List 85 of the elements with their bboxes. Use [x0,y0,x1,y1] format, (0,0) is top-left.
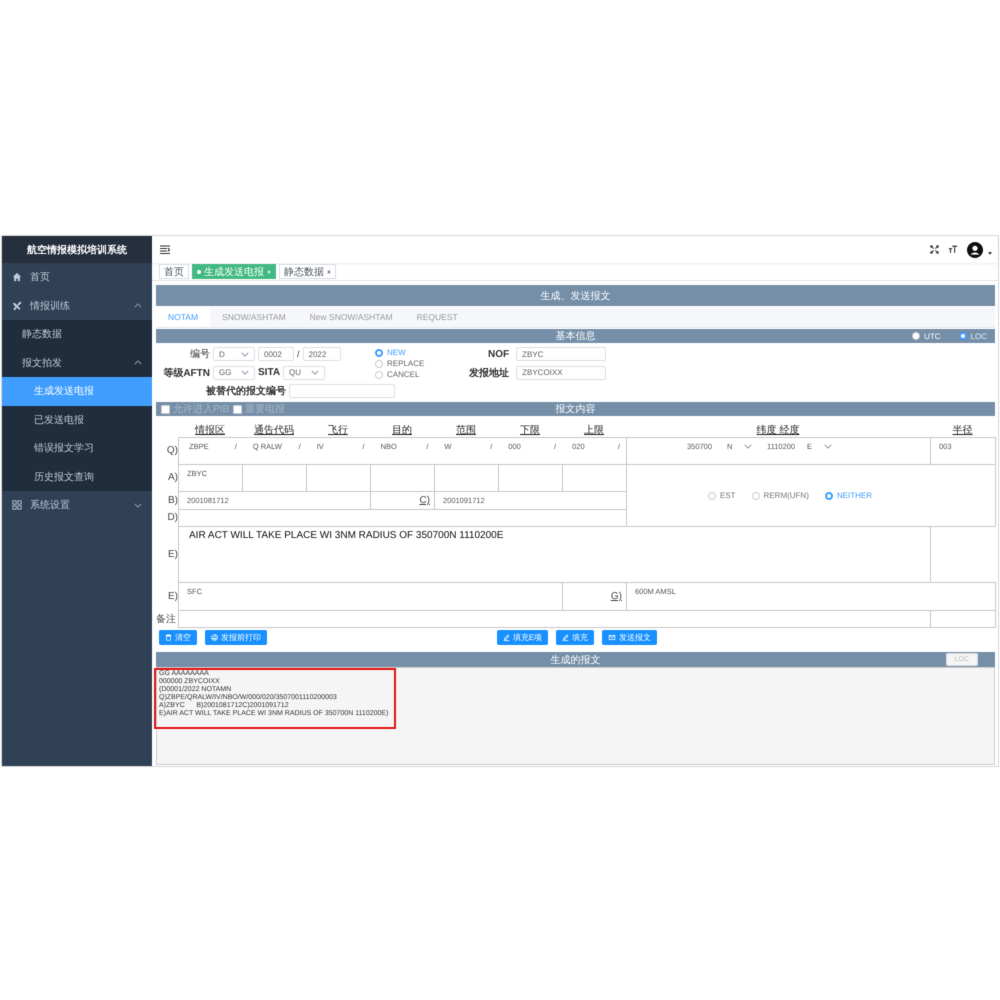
app-title: 航空情报模拟培训系统 [2,236,152,263]
chevron-down-icon [241,370,249,375]
checkbox[interactable] [161,404,170,414]
radio-label: RERM(UFN) [764,491,809,500]
select-field[interactable]: D [213,347,255,361]
column-header: 飞行 [327,424,349,437]
caret-icon[interactable] [988,252,992,255]
row-label: E) [167,590,178,604]
menu-icon[interactable] [160,245,170,254]
section-title: 基本信息 [556,330,596,343]
text-field[interactable]: ZBYC [516,347,606,361]
column-header: 下限 [519,424,541,437]
row-label: B) [167,494,178,508]
user-avatar-icon[interactable] [967,242,983,258]
radio-button[interactable] [375,360,383,368]
radio-button[interactable] [708,492,716,500]
sidebar-item[interactable]: 错误报文学习 [2,434,152,462]
text-field[interactable] [289,384,395,398]
radio-button[interactable] [958,332,967,340]
text-field[interactable] [930,610,996,628]
radio-label: UTC [924,332,941,340]
row-label: D) [166,511,178,525]
field-label: 被替代的报文编号 [206,384,286,398]
sidebar-item[interactable]: 历史报文查询 [2,462,152,491]
field-label: 编号 [189,348,210,361]
page-tag[interactable]: 首页 [159,264,189,279]
chevron-down-icon [311,370,320,375]
radio-button[interactable] [824,492,833,500]
sidebar-item[interactable]: 已发送电报 [2,406,152,434]
select-field[interactable]: GG [213,366,255,380]
field-label: NOF [487,348,510,360]
radio-label: EST [720,491,736,500]
font-size-icon[interactable] [948,245,958,254]
row-label: A) [167,471,178,485]
radio-label: REPLACE [387,359,424,368]
row-label: Q) [166,444,178,458]
pencil-icon [502,634,510,641]
radio-button[interactable] [752,492,760,500]
printer-icon [211,634,218,641]
trash-icon [165,634,172,641]
text-field[interactable]: 2022 [302,347,341,361]
chevron-down-icon [824,444,832,449]
separator-text: / [297,349,300,359]
fullscreen-icon[interactable] [930,245,939,254]
text-field[interactable]: ZBYCOIXX [516,366,606,380]
column-header: 上限 [583,424,605,437]
text-field[interactable] [178,610,931,628]
select-field[interactable]: QU [283,366,326,380]
column-header: 半径 [952,424,974,437]
checkbox[interactable] [233,404,242,414]
radio-button[interactable] [375,370,383,378]
panel-title: 生成、发送报文 [156,285,995,306]
sidebar-item[interactable]: 情报训练 [2,292,152,320]
column-header: 纬度 经度 [756,424,800,437]
radio-label: CANCEL [387,370,420,379]
column-header: 目的 [391,424,413,437]
page-tag[interactable]: 静态数据 [279,264,336,279]
home-icon [12,272,22,282]
text-field[interactable]: 0002 [258,347,294,361]
row-label: 备注 [156,612,177,626]
text-area[interactable]: AIR ACT WILL TAKE PLACE WI 3NM RADIUS OF 350700N 1110200E [178,526,931,583]
radio-label: NEW [387,348,406,357]
column-header: 范围 [455,424,477,437]
envelope-icon [608,634,616,641]
grid-icon [12,500,22,510]
pencil-icon [562,634,570,641]
field-label: SITA [258,367,280,378]
close-icon[interactable] [327,270,331,274]
radio-label: LOC [970,332,987,340]
sidebar-item[interactable]: 静态数据 [2,320,152,348]
field-label: 等级AFTN [162,366,210,380]
radio-button[interactable] [375,348,383,356]
column-header: 通告代码 [253,424,295,437]
radio-label: NEITHER [836,491,872,500]
chevron-down-icon [241,352,249,356]
section-title: 生成的报文 [550,654,600,666]
column-header: 情报区 [194,424,226,437]
sidebar-item[interactable]: 系统设置 [2,491,152,520]
radio-button[interactable] [912,332,920,340]
field-label: 发报地址 [468,366,510,380]
section-title: 报文内容 [556,402,596,416]
sidebar-item[interactable]: 报文拍发 [2,348,152,377]
sidebar-item[interactable]: 首页 [2,263,152,292]
row-label: E) [167,548,178,562]
chevron-down-icon [744,444,752,449]
